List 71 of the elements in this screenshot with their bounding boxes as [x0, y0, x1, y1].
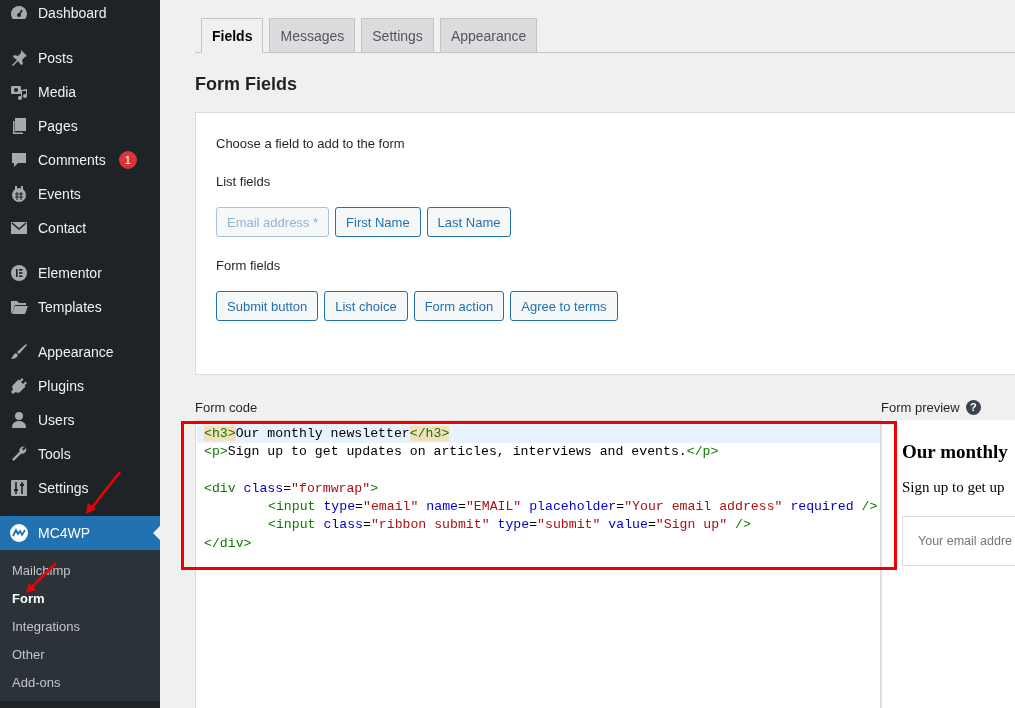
menu-item[interactable]: Elementor: [0, 256, 160, 290]
code-label: Form code: [195, 399, 258, 415]
submenu-item[interactable]: Add-ons: [0, 669, 160, 697]
tab[interactable]: Settings: [361, 18, 434, 53]
field-button[interactable]: Submit button: [216, 291, 319, 321]
menu-label: Comments: [38, 152, 106, 168]
menu-item[interactable]: Events: [0, 177, 160, 211]
menu-item[interactable]: MC4WP: [0, 516, 160, 550]
menu-item[interactable]: Plugins: [0, 369, 160, 403]
menu-label: Posts: [38, 50, 73, 66]
paintbrush-icon: [9, 342, 29, 362]
elementor-icon: [9, 263, 29, 283]
submenu-item[interactable]: Form: [0, 585, 160, 613]
menu-label: Media: [38, 84, 77, 100]
user-icon: [9, 410, 29, 430]
menu-item[interactable]: Posts: [0, 41, 160, 75]
plug-icon: [9, 376, 29, 396]
menu-label: Templates: [38, 299, 102, 315]
code-line: <p>Sign up to get updates on articles, interviews and events.</p>: [203, 443, 720, 462]
menu-label: Events: [38, 186, 81, 202]
menu-item[interactable]: Settings: [0, 471, 160, 505]
sliders-icon: [9, 478, 29, 498]
code-line: <input type="email" name="EMAIL" placeholder="Your email address" required />: [267, 498, 879, 517]
menu-label: Settings: [38, 480, 89, 496]
menu-label: Appearance: [38, 344, 114, 360]
menu-label: Dashboard: [38, 5, 107, 21]
speech-bubble-icon: [9, 150, 29, 170]
field-button[interactable]: List choice: [324, 291, 408, 321]
field-button[interactable]: First Name: [335, 207, 421, 237]
logo-icon: [9, 523, 29, 543]
menu-item[interactable]: Tools: [0, 437, 160, 471]
preview-text: Sign up to get up: [902, 479, 1006, 496]
menu-item[interactable]: Dashboard: [0, 0, 160, 30]
menu-item[interactable]: Templates: [0, 290, 160, 324]
menu-label: Pages: [38, 118, 78, 134]
email-input[interactable]: Your email addre: [902, 516, 1015, 566]
code-line: <div class="formwrap">: [203, 479, 380, 498]
menu-label: Tools: [38, 446, 71, 462]
menu-item[interactable]: Users: [0, 403, 160, 437]
menu-item[interactable]: Pages: [0, 109, 160, 143]
menu-item[interactable]: Comments 1: [0, 143, 160, 177]
menu-label: Contact: [38, 220, 87, 236]
field-button[interactable]: Form action: [413, 291, 505, 321]
code-line: <input class="ribbon submit" type="submit" value="Sign up" />: [267, 516, 752, 535]
menu-item[interactable]: Contact: [0, 211, 160, 245]
wrench-icon: [9, 444, 29, 464]
menu-item[interactable]: Appearance: [0, 335, 160, 369]
preview-heading: Our monthly: [902, 440, 1009, 464]
tab[interactable]: Fields: [201, 18, 264, 53]
group-title: List fields: [216, 173, 272, 191]
field-button[interactable]: Last Name: [426, 207, 512, 237]
arrow: [86, 471, 121, 514]
menu-label: Users: [38, 412, 75, 428]
menu-label: MC4WP: [38, 525, 91, 541]
menu-label: Elementor: [38, 265, 102, 281]
menu-label: Plugins: [38, 378, 84, 394]
code-line: </div>: [203, 534, 253, 553]
tab[interactable]: Appearance: [439, 18, 538, 53]
field-button[interactable]: Agree to terms: [510, 291, 618, 321]
count-badge: 1: [118, 151, 137, 169]
submenu-item[interactable]: Other: [0, 641, 160, 669]
calendar-icon: [9, 184, 29, 204]
group-title: Form fields: [216, 257, 282, 275]
menu-item[interactable]: Media: [0, 75, 160, 109]
help-icon[interactable]: ?: [965, 399, 981, 415]
code-editor[interactable]: [195, 420, 881, 708]
section-heading: Form Fields: [195, 73, 298, 95]
submenu-item[interactable]: Integrations: [0, 613, 160, 641]
preview-label: Form preview: [881, 399, 960, 415]
tab[interactable]: Messages: [269, 18, 356, 53]
instruction-text: Choose a field to add to the form: [216, 135, 406, 153]
